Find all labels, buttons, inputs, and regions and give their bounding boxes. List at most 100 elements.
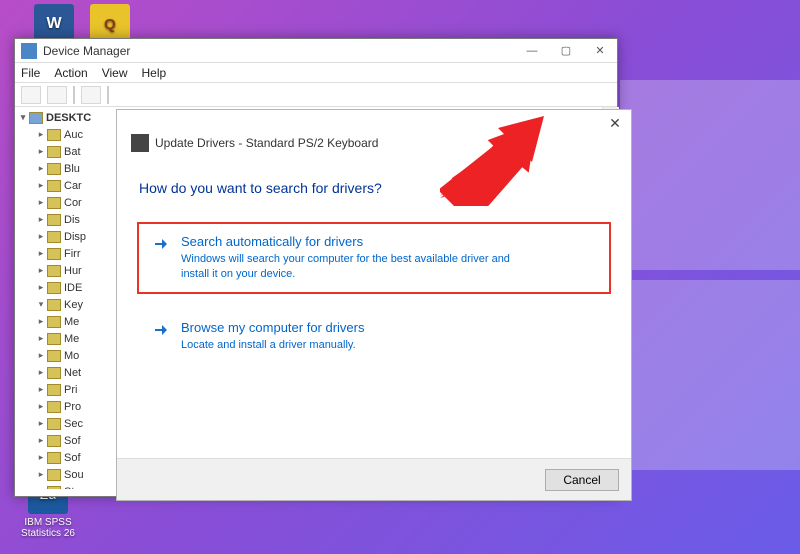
expand-icon[interactable]: ▸ — [35, 197, 47, 208]
collapse-icon[interactable]: ▾ — [35, 299, 47, 310]
tree-item[interactable]: ▸ Dis — [17, 211, 112, 228]
tree-item-label: Pro — [64, 401, 81, 413]
tree-item-label: Hur — [64, 265, 82, 277]
expand-icon[interactable]: ▸ — [35, 146, 47, 157]
tree-item[interactable]: ▸ IDE — [17, 279, 112, 296]
tree-item[interactable]: ▸ Hur — [17, 262, 112, 279]
tree-item[interactable]: ▸ Blu — [17, 160, 112, 177]
device-tree[interactable]: ▾ DESKTC ▸Auc▸Bat▸Blu▸Car▸Cor▸Dis▸Disp▸F… — [17, 109, 112, 489]
option-title: Browse my computer for drivers — [181, 320, 365, 335]
tree-item[interactable]: ▾ Key — [17, 296, 112, 313]
menu-view[interactable]: View — [102, 66, 128, 80]
tree-item[interactable]: ▸Cor — [17, 194, 112, 211]
toolbar-sep — [73, 86, 75, 104]
arrow-right-icon — [153, 236, 171, 254]
tree-item-label: Sou — [64, 469, 84, 481]
device-category-icon — [47, 163, 61, 175]
cancel-button[interactable]: Cancel — [545, 469, 619, 491]
tree-item[interactable]: ▸ Pri — [17, 381, 112, 398]
device-category-icon — [47, 486, 61, 490]
tree-item[interactable]: ▸ Net — [17, 364, 112, 381]
expand-icon[interactable]: ▸ — [35, 384, 47, 395]
tree-item-label: Key — [64, 299, 83, 311]
close-button[interactable]: ✕ — [583, 39, 617, 63]
option-browse-computer[interactable]: Browse my computer for drivers Locate an… — [139, 310, 609, 363]
tree-item[interactable]: ▸Sof — [17, 449, 112, 466]
device-category-icon — [47, 367, 61, 379]
device-category-icon — [47, 384, 61, 396]
keyboard-icon — [131, 134, 149, 152]
expand-icon[interactable]: ▸ — [35, 214, 47, 225]
device-category-icon — [47, 350, 61, 362]
tree-item[interactable]: ▸ Me — [17, 313, 112, 330]
tree-item-label: Me — [64, 333, 79, 345]
tree-item-label: Blu — [64, 163, 80, 175]
expand-icon[interactable]: ▸ — [35, 333, 47, 344]
device-category-icon — [47, 180, 61, 192]
expand-icon[interactable]: ▸ — [35, 231, 47, 242]
titlebar: Device Manager — ▢ ✕ — [15, 39, 617, 63]
expand-icon[interactable]: ▸ — [35, 401, 47, 412]
tree-item[interactable]: ▸ Sou — [17, 466, 112, 483]
tree-item[interactable]: ▸Mo — [17, 347, 112, 364]
toolbar — [15, 83, 617, 107]
tree-item[interactable]: ▸ Me — [17, 330, 112, 347]
device-manager-icon — [21, 43, 37, 59]
tree-item-label: Disp — [64, 231, 86, 243]
expand-icon[interactable]: ▸ — [35, 469, 47, 480]
tree-item[interactable]: ▸Sof — [17, 432, 112, 449]
expand-icon[interactable]: ▸ — [35, 486, 47, 489]
expand-icon[interactable]: ▸ — [35, 163, 47, 174]
device-category-icon — [47, 316, 61, 328]
desktop-shortcut-label: IBM SPSS Statistics 26 — [18, 517, 78, 539]
device-category-icon — [47, 435, 61, 447]
expand-icon[interactable]: ▸ — [35, 180, 47, 191]
expand-icon[interactable]: ▸ — [35, 418, 47, 429]
toolbar-help-button[interactable] — [81, 86, 101, 104]
tree-item[interactable]: ▸ Sec — [17, 415, 112, 432]
expand-icon[interactable]: ▸ — [35, 282, 47, 293]
tree-item[interactable]: ▸Firr — [17, 245, 112, 262]
device-category-icon — [47, 146, 61, 158]
tree-item-label: Me — [64, 316, 79, 328]
maximize-button[interactable]: ▢ — [549, 39, 583, 63]
expand-icon[interactable]: ▸ — [35, 129, 47, 140]
toolbar-back-button[interactable] — [21, 86, 41, 104]
expand-icon[interactable]: ▸ — [35, 316, 47, 327]
tree-item[interactable]: ▸Car — [17, 177, 112, 194]
expand-icon[interactable]: ▸ — [35, 367, 47, 378]
toolbar-forward-button[interactable] — [47, 86, 67, 104]
expand-icon[interactable]: ▸ — [35, 452, 47, 463]
menu-help[interactable]: Help — [142, 66, 167, 80]
tree-item-label: Auc — [64, 129, 83, 141]
tree-root[interactable]: ▾ DESKTC — [17, 109, 112, 126]
tree-item[interactable]: ▸Bat — [17, 143, 112, 160]
expand-icon[interactable]: ▸ — [35, 248, 47, 259]
tree-item[interactable]: ▸ Pro — [17, 398, 112, 415]
device-manager-window: Device Manager — ▢ ✕ File Action View He… — [14, 38, 618, 497]
device-category-icon — [47, 299, 61, 311]
device-category-icon — [47, 401, 61, 413]
minimize-button[interactable]: — — [515, 39, 549, 63]
device-category-icon — [47, 197, 61, 209]
device-category-icon — [47, 282, 61, 294]
option-search-automatically[interactable]: Search automatically for drivers Windows… — [139, 224, 609, 292]
tree-item[interactable]: ▸ Disp — [17, 228, 112, 245]
device-category-icon — [47, 231, 61, 243]
expand-icon[interactable]: ▸ — [35, 265, 47, 276]
option-description: Windows will search your computer for th… — [181, 252, 541, 282]
tree-item[interactable]: ▸ Auc — [17, 126, 112, 143]
tree-item[interactable]: ▸Sto — [17, 483, 112, 489]
expand-icon[interactable]: ▸ — [35, 435, 47, 446]
tree-item-label: Dis — [64, 214, 80, 226]
device-category-icon — [47, 129, 61, 141]
menu-action[interactable]: Action — [54, 66, 87, 80]
menu-file[interactable]: File — [21, 66, 40, 80]
tree-item-label: Net — [64, 367, 81, 379]
tree-item-label: Pri — [64, 384, 77, 396]
dialog-close-button[interactable]: ✕ — [605, 115, 625, 133]
tree-item-label: IDE — [64, 282, 82, 294]
tree-item-label: Sec — [64, 418, 83, 430]
window-title: Device Manager — [43, 44, 515, 58]
expand-icon[interactable]: ▸ — [35, 350, 47, 361]
